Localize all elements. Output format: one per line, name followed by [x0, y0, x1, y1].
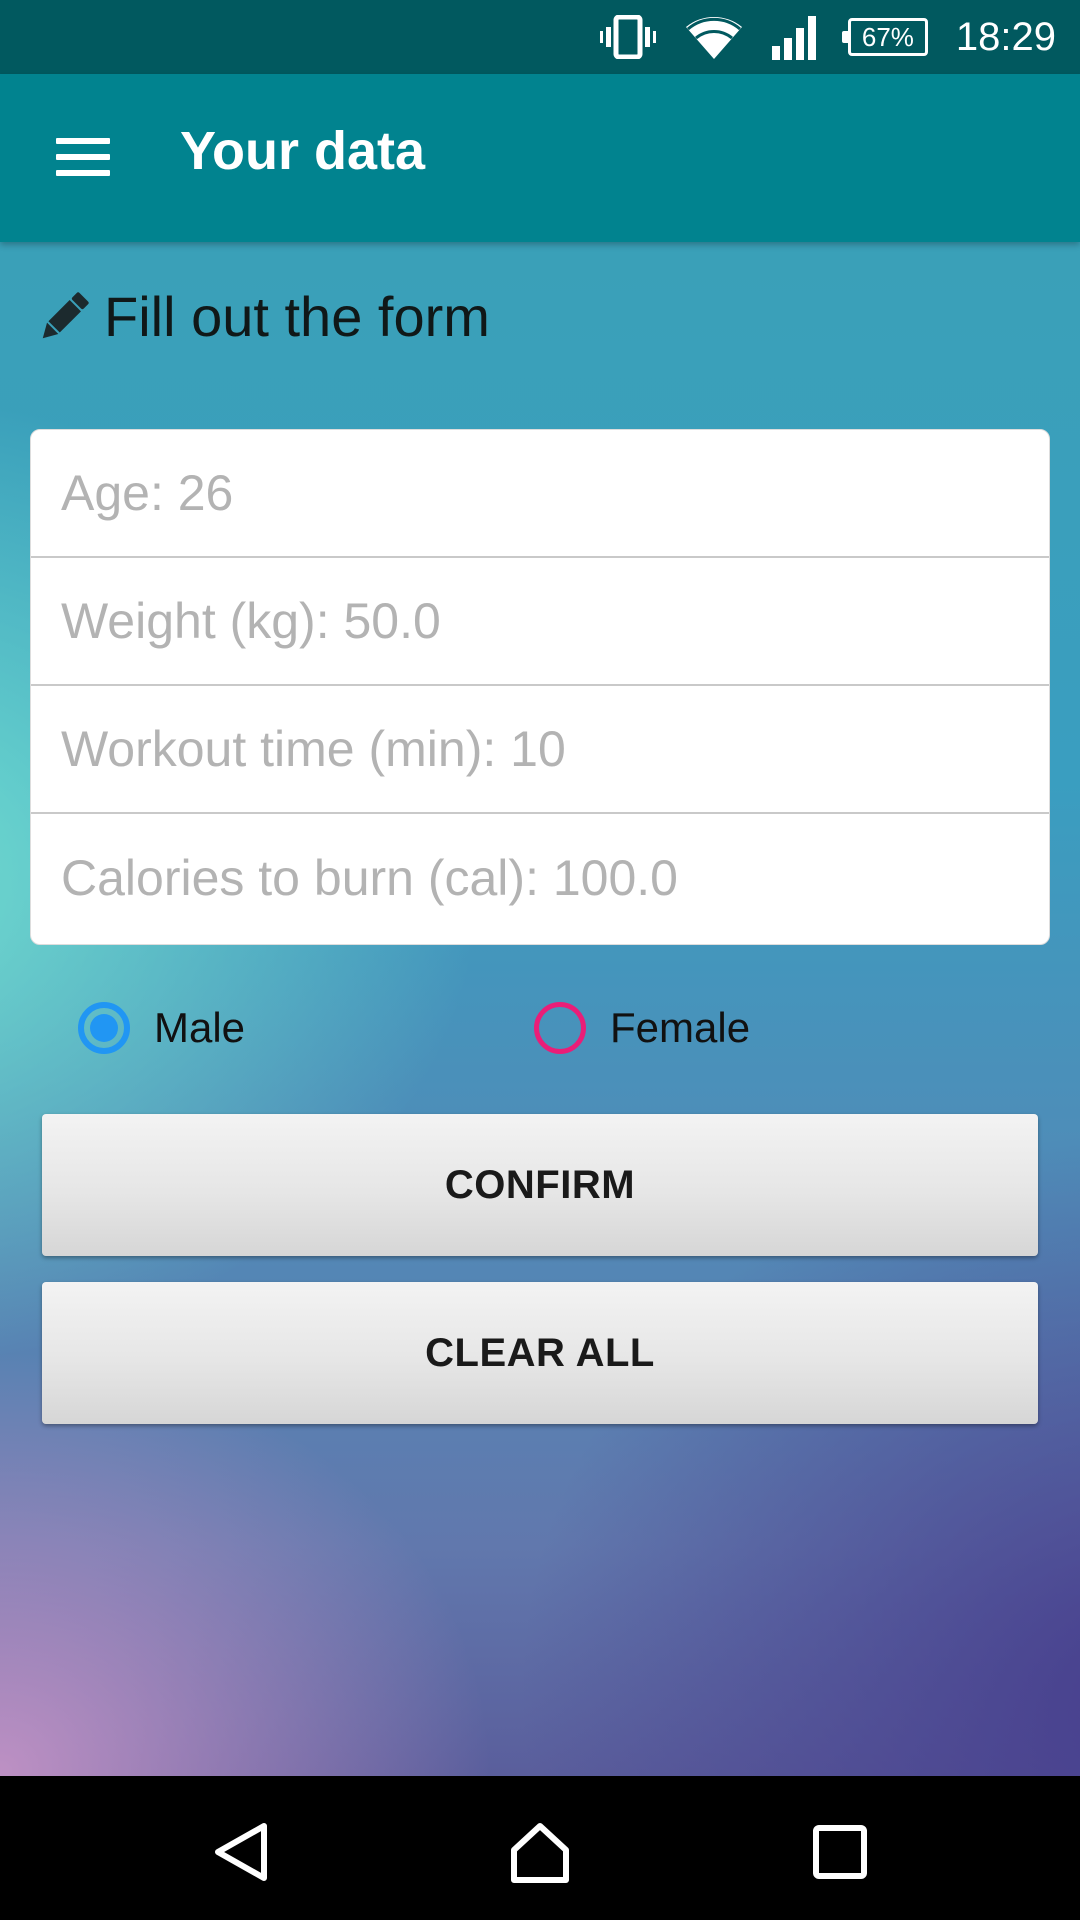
status-bar: 67% 18:29 [0, 0, 1080, 74]
age-field[interactable]: Age: 26 [31, 430, 1049, 558]
home-icon[interactable] [508, 1820, 572, 1884]
radio-unchecked-icon[interactable] [534, 1002, 586, 1054]
calories-field[interactable]: Calories to burn (cal): 100.0 [31, 814, 1049, 942]
gender-radio-group: Male Female [0, 994, 1080, 1074]
gender-male-label: Male [154, 1004, 246, 1051]
battery-icon: 67% [841, 18, 928, 56]
form-card: Age: 26 Weight (kg): 50.0 Workout time (… [30, 429, 1050, 945]
wifi-icon [685, 16, 742, 59]
workout-time-field[interactable]: Workout time (min): 10 [31, 686, 1049, 814]
signal-icon [771, 16, 816, 60]
gender-female-label: Female [610, 1004, 751, 1051]
vibrate-icon [599, 15, 656, 59]
battery-percent: 67% [861, 21, 914, 52]
form-heading-text: Fill out the form [104, 285, 490, 348]
gender-male-option[interactable]: Male [78, 1002, 245, 1054]
weight-field[interactable]: Weight (kg): 50.0 [31, 558, 1049, 686]
clear-all-button[interactable]: CLEAR ALL [42, 1282, 1038, 1424]
navigation-bar [0, 1776, 1080, 1920]
page-title: Your data [180, 121, 426, 181]
pencil-icon [42, 291, 89, 338]
radio-checked-icon[interactable] [78, 1002, 130, 1054]
status-time: 18:29 [955, 14, 1056, 59]
confirm-button[interactable]: CONFIRM [42, 1114, 1038, 1256]
form-heading: Fill out the form [36, 284, 490, 349]
back-icon[interactable] [210, 1820, 274, 1884]
form-screen: Fill out the form Age: 26 Weight (kg): 5… [0, 242, 1080, 1776]
recent-apps-icon[interactable] [808, 1820, 872, 1884]
app-bar: Your data [0, 74, 1080, 242]
status-icons: 67% 18:29 [599, 0, 1056, 74]
gender-female-option[interactable]: Female [534, 1002, 750, 1054]
menu-icon[interactable] [52, 130, 112, 178]
